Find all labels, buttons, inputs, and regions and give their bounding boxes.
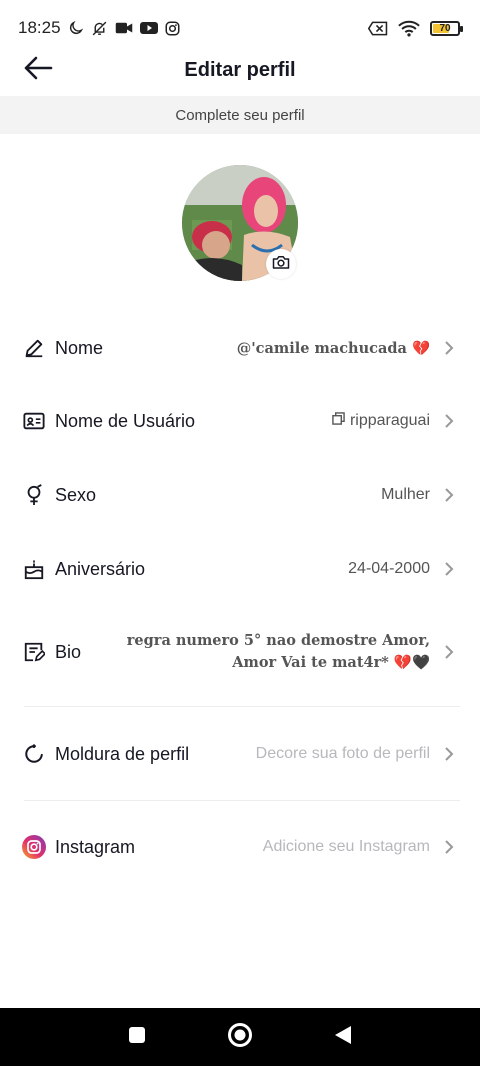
youtube-icon: [139, 21, 158, 35]
field-row-moldura[interactable]: Moldura de perfil Decore sua foto de per…: [0, 728, 480, 780]
field-label-nome: Nome: [55, 337, 104, 358]
system-nav-bar: [0, 1008, 480, 1066]
field-placeholder-instagram: Adicione seu Instagram: [262, 838, 430, 855]
arrow-left-icon: [23, 56, 53, 85]
avatar-editor[interactable]: [182, 165, 298, 281]
field-label-instagram: Instagram: [55, 836, 136, 857]
change-photo-button[interactable]: [266, 249, 296, 279]
edit-note-icon: [22, 640, 46, 664]
chevron-right-icon: [444, 839, 456, 855]
field-row-aniversario[interactable]: Aniversário 24-04-2000: [0, 543, 480, 595]
status-bar-left: 18:25: [18, 18, 180, 38]
back-icon: [334, 1025, 352, 1050]
field-label-sexo: Sexo: [55, 484, 97, 505]
header: Editar perfil: [0, 44, 480, 96]
copy-icon[interactable]: [332, 412, 345, 430]
home-button[interactable]: [220, 1017, 260, 1057]
pencil-icon: [22, 336, 46, 360]
sim-off-icon: [368, 21, 388, 36]
page-title: Editar perfil: [184, 58, 296, 81]
recent-apps-icon: [128, 1026, 146, 1049]
frame-icon: [22, 742, 46, 766]
field-label-username: Nome de Usuário: [55, 410, 196, 431]
instagram-logo-icon: [22, 835, 46, 859]
camera-icon: [272, 254, 290, 275]
field-row-bio[interactable]: Bio regra numero 5° nao demostre Amor, A…: [0, 620, 480, 684]
chevron-right-icon: [444, 413, 456, 429]
home-icon: [227, 1022, 253, 1053]
field-row-sexo[interactable]: Sexo Mulher: [0, 469, 480, 521]
moon-icon: [68, 20, 84, 36]
chevron-right-icon: [444, 644, 456, 660]
battery-icon: 70: [430, 20, 463, 36]
battery-level: 70: [439, 22, 451, 34]
nav-back-button[interactable]: [323, 1017, 363, 1057]
recent-apps-button[interactable]: [117, 1017, 157, 1057]
complete-profile-banner: Complete seu perfil: [0, 96, 480, 134]
back-button[interactable]: [20, 54, 56, 86]
field-value-aniversario: 24-04-2000: [348, 560, 430, 577]
chevron-right-icon: [444, 561, 456, 577]
video-camera-icon: [115, 21, 133, 35]
gender-icon: [22, 483, 46, 507]
status-bar-right: 70: [368, 20, 463, 37]
field-placeholder-moldura: Decore sua foto de perfil: [255, 745, 430, 762]
field-value-nome: @'camile machucada 💔: [236, 339, 430, 357]
field-value-username: ripparaguai: [349, 412, 430, 429]
wifi-icon: [398, 20, 420, 37]
bio-line-1: regra numero 5° nao demostre Amor,: [126, 632, 430, 649]
chevron-right-icon: [444, 487, 456, 503]
field-value-username-group: ripparaguai: [332, 412, 430, 430]
field-row-username[interactable]: Nome de Usuário ripparaguai: [0, 395, 480, 447]
field-value-sexo: Mulher: [381, 486, 430, 503]
instagram-icon: [165, 21, 180, 36]
field-label-aniversario: Aniversário: [55, 558, 146, 579]
status-time: 18:25: [18, 18, 61, 37]
field-row-instagram[interactable]: Instagram Adicione seu Instagram: [0, 821, 480, 873]
banner-text: Complete seu perfil: [175, 106, 305, 124]
divider: [24, 706, 460, 707]
field-row-nome[interactable]: Nome @'camile machucada 💔: [0, 322, 480, 374]
chevron-right-icon: [444, 340, 456, 356]
chevron-right-icon: [444, 746, 456, 762]
divider: [24, 800, 460, 801]
bio-line-2: Amor Vai te mat4r* 💔🖤: [232, 654, 430, 671]
field-value-username-wrap: ripparaguai: [207, 412, 430, 430]
field-value-bio: regra numero 5° nao demostre Amor, Amor …: [93, 630, 430, 674]
id-card-icon: [22, 409, 46, 433]
field-label-bio: Bio: [55, 641, 82, 662]
bell-off-icon: [91, 20, 108, 37]
cake-icon: [22, 557, 46, 581]
field-label-moldura: Moldura de perfil: [55, 743, 190, 764]
